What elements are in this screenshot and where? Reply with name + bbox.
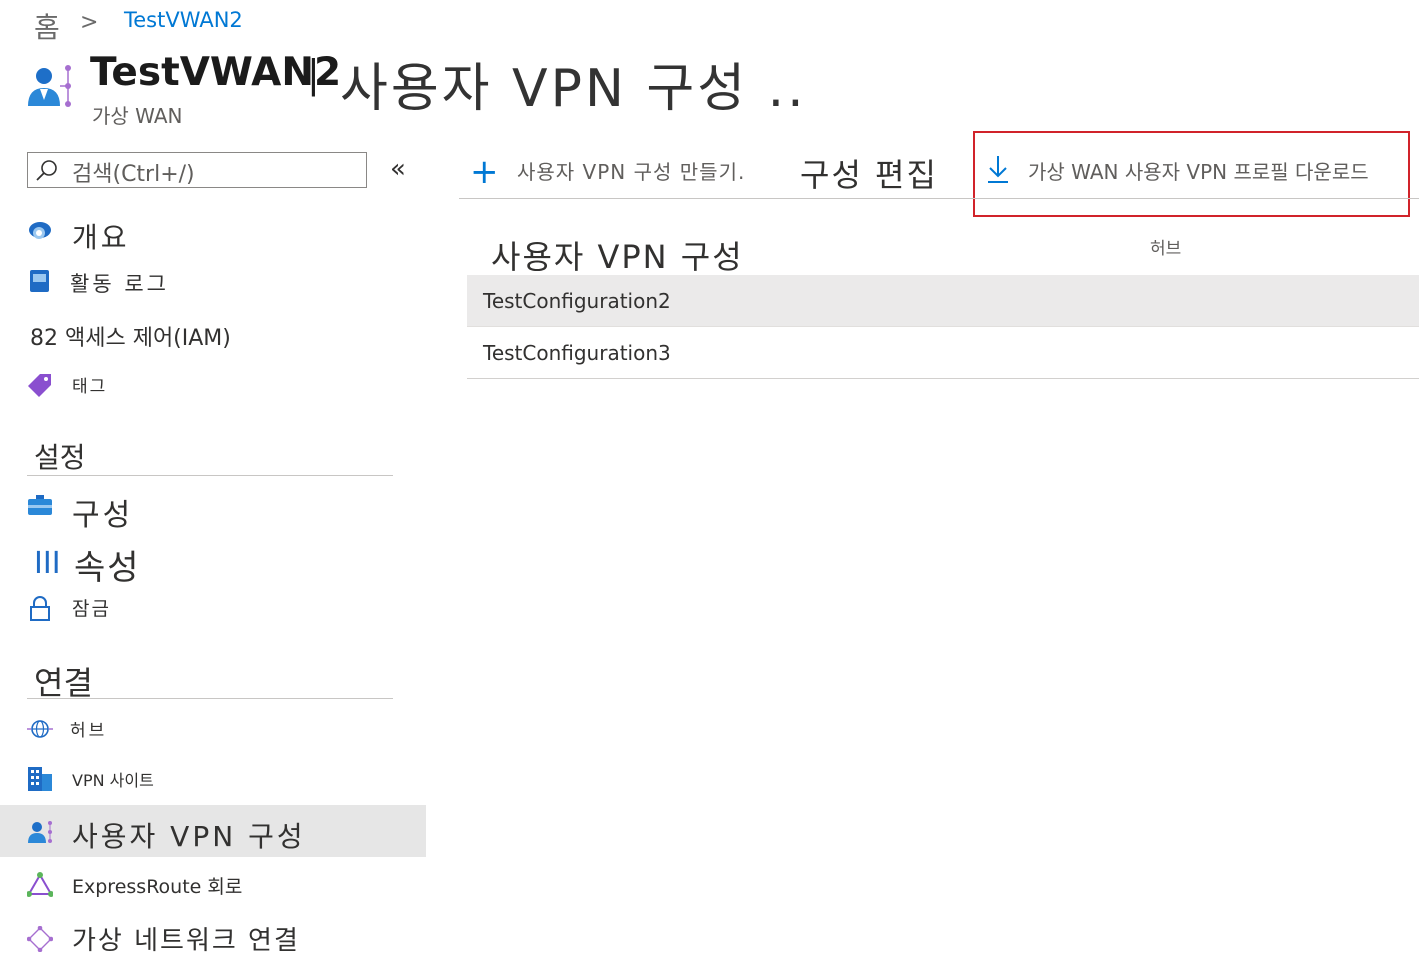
sidebar-item-label: VPN 사이트 [72, 771, 154, 790]
sidebar-item-label: 가상 네트워크 연결 [72, 926, 300, 956]
section-divider [27, 698, 393, 699]
hub-globe-icon [27, 720, 53, 738]
sidebar-item-label: 속성 [74, 548, 141, 588]
page-title: 사용자 VPN 구성 .. [340, 59, 807, 119]
vpn-site-building-icon [28, 767, 52, 791]
sidebar-item-label: 허브 [70, 721, 108, 741]
table-row[interactable]: TestConfiguration3 [467, 327, 1419, 379]
search-placeholder: 검색(Ctrl+/) [72, 162, 195, 187]
create-user-vpn-config-button[interactable]: 사용자 VPN 구성 만들기. [517, 156, 745, 185]
sidebar-item-user-vpn-config-selected[interactable]: 사용자 VPN 구성 [0, 805, 426, 857]
sidebar-item-activity-log[interactable]: 활동 로그 [0, 262, 426, 302]
sidebar-item-configuration[interactable]: 구성 [0, 486, 426, 534]
vnet-connection-icon [27, 926, 53, 952]
sidebar-item-label: 사용자 VPN 구성 [72, 820, 306, 853]
collapse-sidebar-button[interactable]: « [390, 154, 406, 184]
sidebar-item-tags[interactable]: 태그 [0, 364, 426, 404]
column-header-user-vpn-config[interactable]: 사용자 VPN 구성 [491, 232, 744, 278]
row-config-name[interactable]: TestConfiguration3 [483, 341, 671, 365]
sidebar-item-overview[interactable]: 개요 [0, 210, 426, 256]
sidebar-item-expressroute[interactable]: ExpressRoute 회로 [0, 864, 426, 904]
sidebar-item-label: 개요 [72, 221, 130, 254]
properties-icon: III [34, 546, 61, 581]
lock-icon [30, 596, 50, 621]
expressroute-icon [27, 872, 53, 897]
activity-log-icon [30, 270, 49, 292]
section-divider [27, 475, 393, 476]
sidebar-item-properties[interactable]: III 속성 [0, 540, 426, 588]
breadcrumb-separator: > [80, 10, 99, 35]
column-header-hub[interactable]: 허브 [1150, 234, 1181, 259]
title-separator: | [307, 52, 320, 96]
breadcrumb-home-link[interactable]: 홈 [34, 6, 61, 46]
resource-type-label: 가상 WAN [92, 104, 183, 128]
download-highlight-box [973, 131, 1410, 217]
sidebar-item-vpn-sites[interactable]: VPN 사이트 [0, 758, 426, 798]
user-vpn-icon [28, 821, 52, 843]
sidebar-item-label: 구성 [72, 498, 134, 533]
row-config-name[interactable]: TestConfiguration2 [483, 289, 671, 313]
sidebar-item-iam[interactable]: 82 액세스 제어(IAM) [0, 312, 426, 356]
breadcrumb-resource-link[interactable]: TestVWAN2 [124, 8, 243, 32]
section-heading-settings: 설정 [34, 441, 86, 474]
sidebar-item-label: 태그 [72, 377, 108, 397]
sidebar-item-label: 잠금 [72, 598, 111, 620]
sidebar-item-vnet-connections[interactable]: 가상 네트워크 연결 [0, 916, 426, 962]
edit-config-button[interactable]: 구성 편집 [800, 150, 938, 196]
sidebar-item-locks[interactable]: 잠금 [0, 590, 426, 630]
sidebar-item-label: ExpressRoute 회로 [72, 876, 243, 898]
table-row[interactable]: TestConfiguration2 [467, 275, 1419, 327]
configuration-icon [28, 495, 52, 515]
resource-name-title: TestVWAN2 [90, 50, 342, 95]
user-vpn-header-icon [28, 65, 71, 107]
sidebar-item-label: 82 액세스 제어(IAM) [30, 326, 231, 351]
toolbar-divider [459, 198, 1419, 199]
overview-cloud-icon [29, 222, 51, 239]
create-plus-icon: + [470, 152, 499, 192]
sidebar-item-label: 활동 로그 [70, 272, 169, 296]
sidebar-item-hubs[interactable]: 허브 [0, 710, 426, 748]
search-icon [36, 160, 57, 181]
tag-icon [28, 374, 51, 397]
